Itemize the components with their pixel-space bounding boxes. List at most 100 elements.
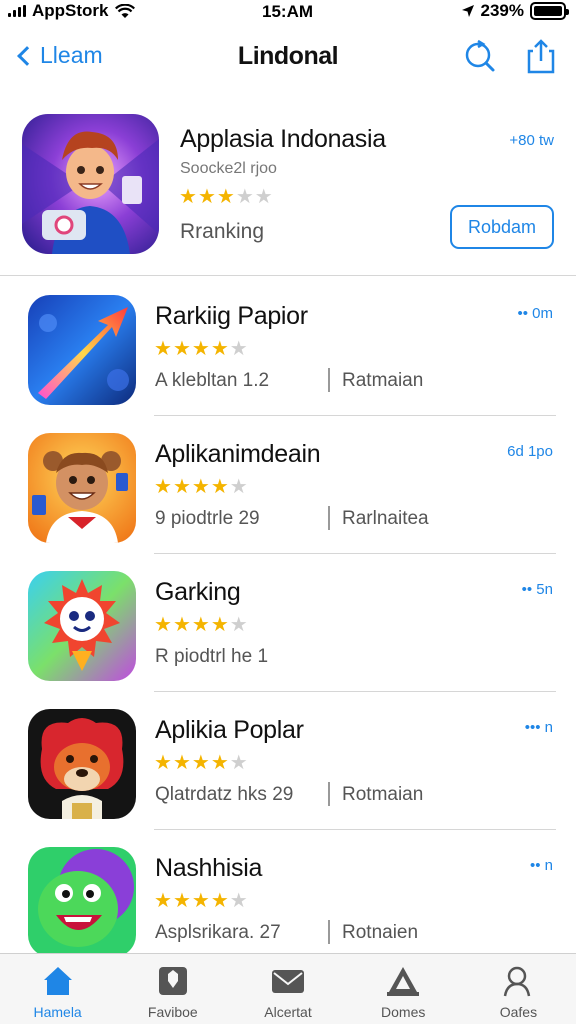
star-filled-icon: ★ [210,476,229,498]
app-name[interactable]: Aplikanimdeain [155,440,321,469]
app-subtitle: Asplsrikara. 27 [155,922,281,943]
star-filled-icon: ★ [172,752,191,774]
rating-stars: ★ ★ ★ ★ ★ [154,338,248,360]
featured-app-title[interactable]: Applasia Indonasia [180,125,386,154]
tab-label: Oafes [499,1004,538,1020]
app-name[interactable]: Rarkiig Papior [155,302,308,331]
app-icon[interactable] [28,433,136,543]
tab-alerts[interactable]: Alcertat [230,954,345,1024]
app-icon[interactable] [28,847,136,957]
app-category: Rotnaien [342,922,419,943]
featured-app-subtitle: Soocke2l rjoo [180,160,277,177]
list-item[interactable]: Nashhisia ★ ★ ★ ★ ★ Asplsrikara. 27 Rotnaien… [0,830,576,968]
app-meta[interactable]: 6d 1po [507,443,553,460]
list-item[interactable]: Aplikia Poplar ★ ★ ★ ★ ★ Qlatrdatz hks 29 Ro… [0,692,576,830]
tab-search[interactable]: Oafes [461,954,576,1024]
app-category: Rarlnaitea [342,508,429,529]
separator [328,368,330,392]
games-icon [387,967,420,996]
app-category: Ratmaian [342,370,424,391]
separator [328,920,330,944]
app-subtitle: 9 piodtrle 29 [155,508,260,529]
tab-label: Alcertat [264,1004,312,1020]
app-name[interactable]: Garking [155,578,241,607]
app-meta[interactable]: •• 5n [522,581,553,598]
featured-rating-stars: ★ ★ ★ ★ ★ [179,186,273,208]
search-person-icon [504,966,531,997]
star-filled-icon: ★ [154,476,172,498]
star-empty-icon: ★ [229,476,248,498]
get-button[interactable]: Robdam [450,205,554,249]
star-filled-icon: ★ [172,338,191,360]
share-icon[interactable] [524,38,558,74]
list-item[interactable]: Aplikanimdeain ★ ★ ★ ★ ★ 9 piodtrle 29 Rarln… [0,416,576,554]
app-name[interactable]: Nashhisia [155,854,262,883]
star-filled-icon: ★ [210,338,229,360]
app-icon[interactable] [28,709,136,819]
home-icon [43,967,72,995]
featured-ranking-label: Rranking [180,220,265,243]
nav-bar: Lleam Lindonal [0,30,576,86]
status-right: 239% [461,1,569,21]
app-meta[interactable]: •• n [530,857,553,874]
featured-meta: +80 tw [509,132,554,149]
app-subtitle: A klebltan 1.2 [155,370,270,391]
star-filled-icon: ★ [191,338,210,360]
app-icon[interactable] [28,295,136,405]
carrier-label: AppStork [32,1,109,20]
favorites-icon [158,967,187,995]
star-filled-icon: ★ [154,338,172,360]
star-filled-icon: ★ [191,752,210,774]
battery-icon [530,2,569,20]
app-icon[interactable] [28,571,136,681]
tab-bar: Hamela Faviboe Alcertat Domes Oafes [0,953,576,1024]
list-item[interactable]: Rarkiig Papior ★ ★ ★ ★ ★ A klebltan 1.2 Ratm… [0,278,576,416]
star-filled-icon: ★ [191,614,210,636]
tab-games[interactable]: Domes [346,954,461,1024]
star-filled-icon: ★ [191,890,210,912]
star-empty-icon: ★ [254,186,273,208]
wifi-icon [114,3,135,18]
featured-app-icon[interactable] [22,114,159,254]
status-left: AppStork [8,1,135,21]
tab-favorites[interactable]: Faviboe [115,954,230,1024]
app-category: Rotmaian [342,784,424,805]
location-arrow-icon [461,5,474,17]
rating-stars: ★ ★ ★ ★ ★ [154,614,248,636]
status-time: 15:AM [262,2,314,21]
star-filled-icon: ★ [210,890,229,912]
separator [328,782,330,806]
status-bar: AppStork 15:AM 239% [0,0,576,26]
star-filled-icon: ★ [216,186,235,208]
star-filled-icon: ★ [154,890,172,912]
rating-stars: ★ ★ ★ ★ ★ [154,476,248,498]
star-empty-icon: ★ [229,890,248,912]
star-filled-icon: ★ [179,186,197,208]
star-empty-icon: ★ [229,752,248,774]
star-filled-icon: ★ [172,890,191,912]
rating-stars: ★ ★ ★ ★ ★ [154,752,248,774]
signal-icon [8,5,26,17]
tab-label: Faviboe [147,1004,198,1020]
star-filled-icon: ★ [210,614,229,636]
star-empty-icon: ★ [229,614,248,636]
star-filled-icon: ★ [191,476,210,498]
tab-home[interactable]: Hamela [0,954,115,1024]
list-item[interactable]: Garking ★ ★ ★ ★ ★ R piodtrl he 1 •• 5n [0,554,576,692]
star-filled-icon: ★ [172,476,191,498]
app-subtitle: R piodtrl he 1 [155,646,269,667]
star-filled-icon: ★ [172,614,191,636]
star-filled-icon: ★ [154,752,172,774]
app-name[interactable]: Aplikia Poplar [155,716,304,745]
app-meta[interactable]: ••• n [525,719,553,736]
tab-label: Hamela [33,1004,82,1020]
tab-label: Domes [381,1004,426,1020]
app-meta[interactable]: •• 0m [517,305,553,322]
star-empty-icon: ★ [229,338,248,360]
star-filled-icon: ★ [197,186,216,208]
battery-percent: 239% [480,1,524,20]
mail-icon [272,970,304,993]
refresh-search-icon[interactable] [462,38,496,74]
star-empty-icon: ★ [235,186,254,208]
featured-app[interactable]: Applasia Indonasia Soocke2l rjoo ★ ★ ★ ★ ★ R… [0,96,576,276]
